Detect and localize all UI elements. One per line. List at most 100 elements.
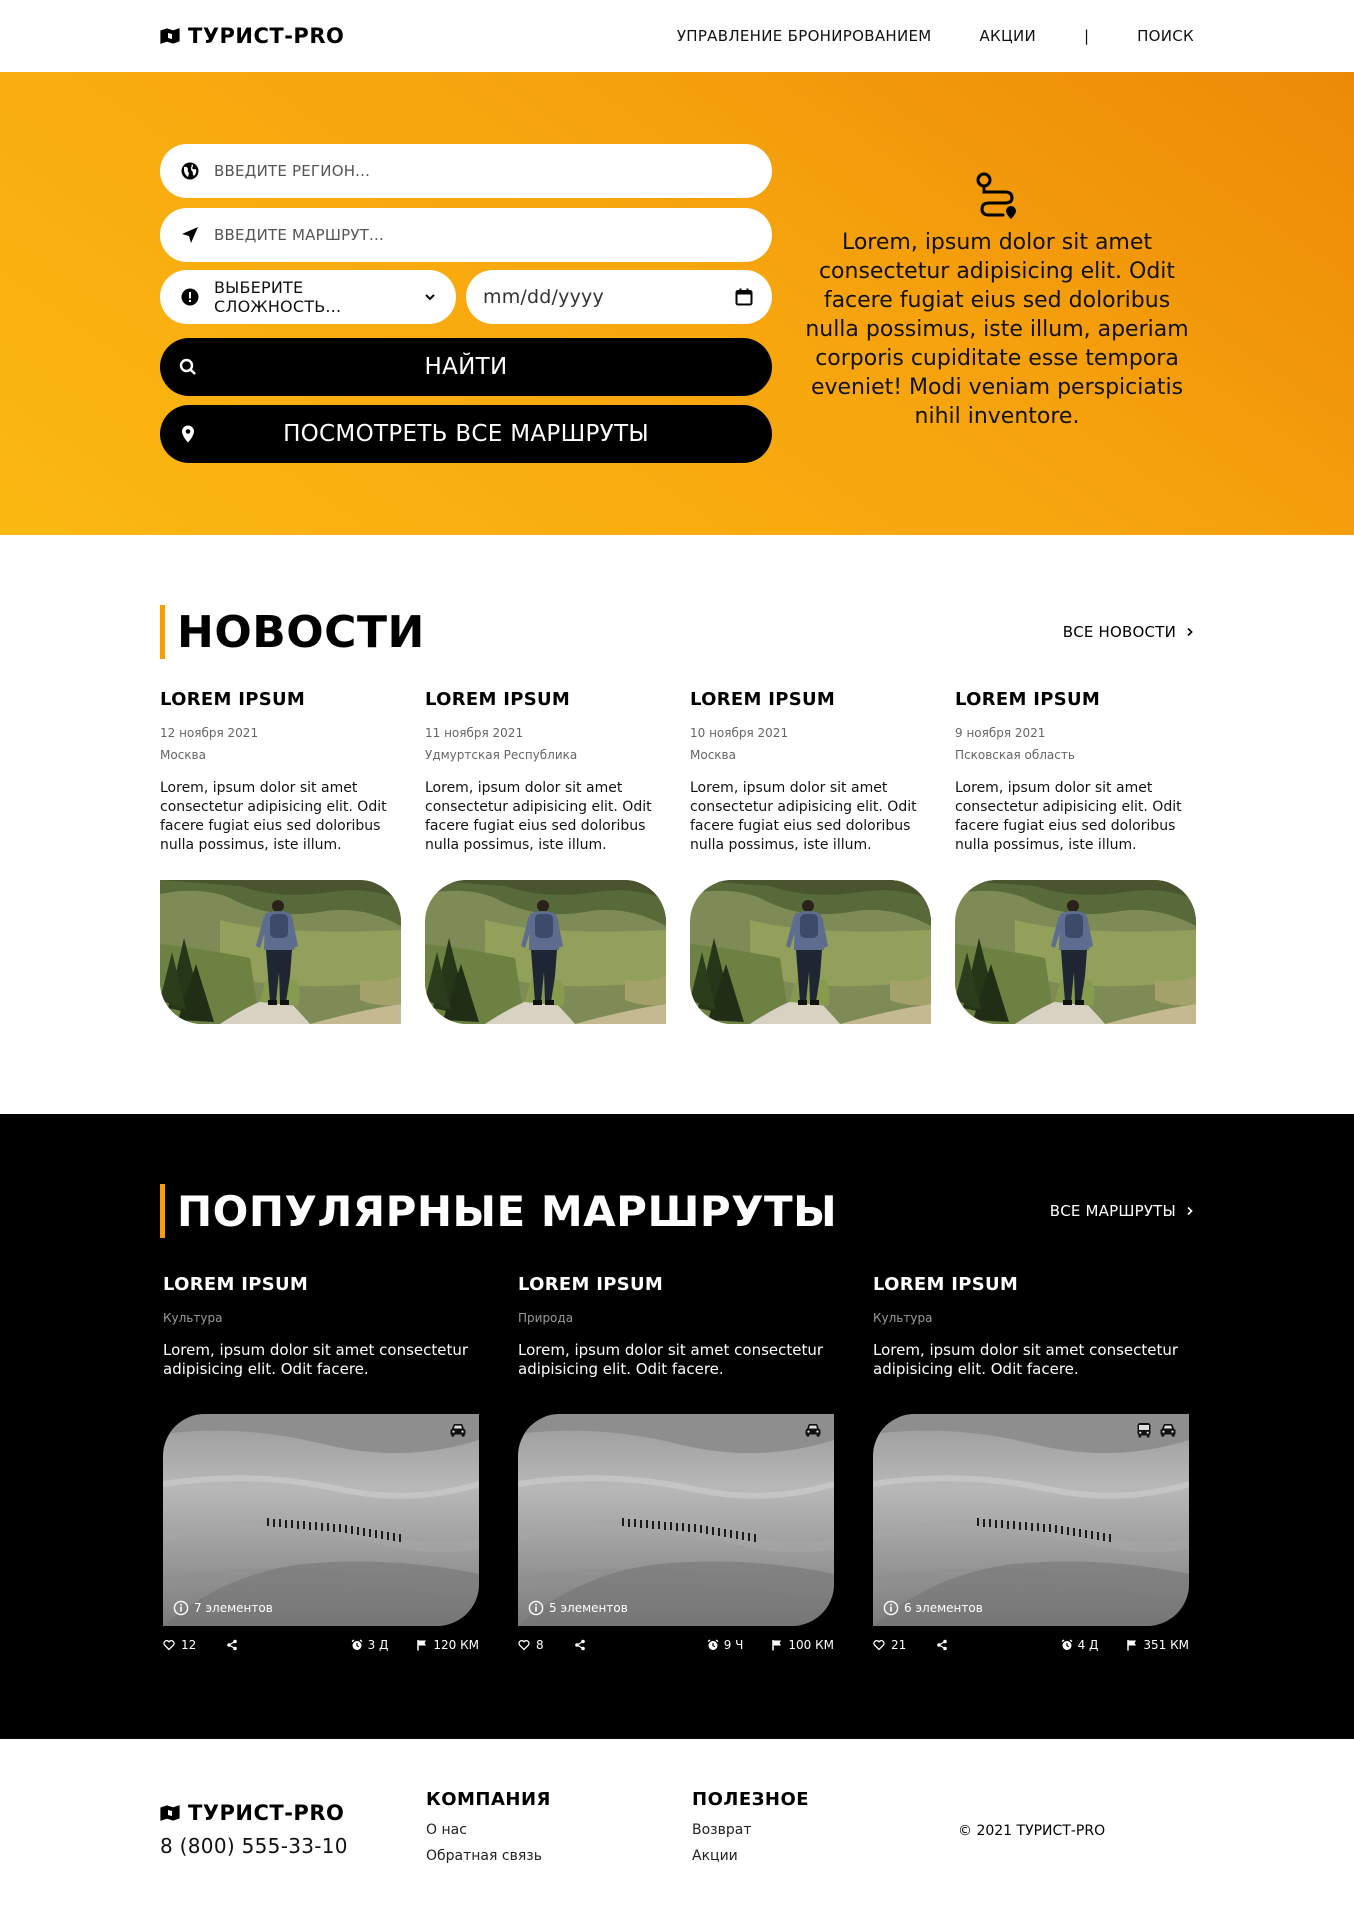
share-icon[interactable] xyxy=(936,1639,948,1651)
date-placeholder: mm/dd/yyyy xyxy=(483,286,604,308)
news-card-text: Lorem, ipsum dolor sit amet consectetur … xyxy=(690,780,917,853)
nav-search-link[interactable]: ПОИСК xyxy=(1137,27,1194,45)
difficulty-select[interactable]: ВЫБЕРИТЕ СЛОЖНОСТЬ... xyxy=(160,270,456,324)
news-card-text: Lorem, ipsum dolor sit amet consectetur … xyxy=(955,780,1182,853)
all-news-label: ВСЕ НОВОСТИ xyxy=(1062,623,1176,641)
news-card-title: LOREM IPSUM xyxy=(690,689,836,710)
route-card-title: LOREM IPSUM xyxy=(873,1274,1019,1295)
title-accent-bar xyxy=(160,1184,165,1238)
news-card[interactable]: LOREM IPSUM 10 ноября 2021 Москва Lorem,… xyxy=(690,689,931,1024)
calendar-icon xyxy=(735,288,753,306)
car-icon xyxy=(449,1422,467,1438)
news-card-title: LOREM IPSUM xyxy=(425,689,571,710)
flag-icon xyxy=(771,1639,783,1651)
footer-company-title: КОМПАНИЯ xyxy=(426,1789,551,1810)
route-card[interactable]: LOREM IPSUM Культура Lorem, ipsum dolor … xyxy=(163,1274,479,1652)
news-card-image[interactable] xyxy=(425,880,666,1024)
find-button[interactable]: НАЙТИ xyxy=(160,338,772,396)
route-card-image[interactable]: 5 элементов xyxy=(518,1414,834,1626)
route-card-image[interactable]: 7 элементов xyxy=(163,1414,479,1626)
news-card-title: LOREM IPSUM xyxy=(160,689,306,710)
route-duration: 9 Ч xyxy=(723,1638,744,1652)
chevron-down-icon xyxy=(425,294,435,301)
heart-icon[interactable] xyxy=(873,1639,885,1651)
news-section: НОВОСТИ ВСЕ НОВОСТИ LOREM IPSUM 12 ноябр… xyxy=(0,535,1354,1114)
car-icon xyxy=(804,1422,822,1438)
share-icon[interactable] xyxy=(226,1639,238,1651)
route-card-title: LOREM IPSUM xyxy=(518,1274,664,1295)
routes-title-text: ПОПУЛЯРНЫЕ МАРШРУТЫ xyxy=(177,1186,838,1236)
news-card[interactable]: LOREM IPSUM 12 ноября 2021 Москва Lorem,… xyxy=(160,689,401,1024)
footer-phone[interactable]: 8 (800) 555-33-10 xyxy=(160,1834,426,1858)
news-card-image[interactable] xyxy=(690,880,931,1024)
hero-description: Lorem, ipsum dolor sit amet consectetur … xyxy=(800,170,1194,431)
share-icon[interactable] xyxy=(574,1639,586,1651)
heart-icon[interactable] xyxy=(163,1639,175,1651)
heart-icon[interactable] xyxy=(518,1639,530,1651)
region-placeholder: ВВЕДИТЕ РЕГИОН... xyxy=(214,162,371,180)
footer-link-refund[interactable]: Возврат xyxy=(692,1822,958,1838)
info-icon xyxy=(173,1600,189,1616)
find-button-label: НАЙТИ xyxy=(424,354,508,380)
route-card[interactable]: LOREM IPSUM Культура Lorem, ipsum dolor … xyxy=(873,1274,1189,1652)
header: ТУРИСТ-PRO УПРАВЛЕНИЕ БРОНИРОВАНИЕМ АКЦИ… xyxy=(0,0,1354,72)
footer-useful-column: ПОЛЕЗНОЕ Возврат Акции xyxy=(692,1789,958,1864)
all-routes-button[interactable]: ПОСМОТРЕТЬ ВСЕ МАРШРУТЫ xyxy=(160,405,772,463)
footer: ТУРИСТ-PRO 8 (800) 555-33-10 КОМПАНИЯ О … xyxy=(0,1739,1354,1923)
route-input[interactable]: ВВЕДИТЕ МАРШРУТ... xyxy=(160,208,772,262)
news-card[interactable]: LOREM IPSUM 11 ноября 2021 Удмуртская Ре… xyxy=(425,689,666,1024)
hero-description-text: Lorem, ipsum dolor sit amet consectetur … xyxy=(805,230,1189,429)
alarm-clock-icon xyxy=(707,1639,719,1651)
footer-brand-logo[interactable]: ТУРИСТ-PRO xyxy=(160,1801,426,1825)
route-likes: 12 xyxy=(181,1638,197,1652)
footer-link-feedback[interactable]: Обратная связь xyxy=(426,1848,692,1864)
region-input[interactable]: ВВЕДИТЕ РЕГИОН... xyxy=(160,144,772,198)
footer-link-promos[interactable]: Акции xyxy=(692,1848,958,1864)
search-icon xyxy=(179,358,196,375)
route-placeholder: ВВЕДИТЕ МАРШРУТ... xyxy=(214,226,384,244)
brand-logo[interactable]: ТУРИСТ-PRO xyxy=(160,24,344,48)
route-elements-label: 7 элементов xyxy=(194,1601,273,1615)
hero-search: ВВЕДИТЕ РЕГИОН... ВВЕДИТЕ МАРШРУТ... ВЫБ… xyxy=(0,72,1354,535)
footer-link-about[interactable]: О нас xyxy=(426,1822,692,1838)
nav-separator: | xyxy=(1084,27,1090,45)
news-title-text: НОВОСТИ xyxy=(177,606,425,658)
route-card[interactable]: LOREM IPSUM Природа Lorem, ipsum dolor s… xyxy=(518,1274,834,1652)
nav-booking-link[interactable]: УПРАВЛЕНИЕ БРОНИРОВАНИЕМ xyxy=(677,27,932,45)
main-nav: УПРАВЛЕНИЕ БРОНИРОВАНИЕМ АКЦИИ | ПОИСК xyxy=(677,27,1194,45)
news-title: НОВОСТИ xyxy=(160,605,425,659)
route-distance: 120 КМ xyxy=(433,1638,479,1652)
route-elements-count: 5 элементов xyxy=(528,1600,628,1616)
difficulty-label: ВЫБЕРИТЕ СЛОЖНОСТЬ... xyxy=(214,278,342,316)
route-icon xyxy=(976,172,1016,219)
route-elements-label: 5 элементов xyxy=(549,1601,628,1615)
nav-promos-link[interactable]: АКЦИИ xyxy=(980,27,1037,45)
news-card-text: Lorem, ipsum dolor sit amet consectetur … xyxy=(425,780,652,853)
info-icon xyxy=(883,1600,899,1616)
route-card-category: Культура xyxy=(873,1311,933,1325)
exclamation-circle-icon xyxy=(181,288,199,306)
date-input[interactable]: mm/dd/yyyy xyxy=(466,270,772,324)
news-card-image[interactable] xyxy=(160,880,401,1024)
route-elements-count: 7 элементов xyxy=(173,1600,273,1616)
navigation-arrow-icon xyxy=(182,227,198,243)
route-card-image[interactable]: 6 элементов xyxy=(873,1414,1189,1626)
all-routes-link[interactable]: ВСЕ МАРШРУТЫ xyxy=(1050,1202,1194,1220)
news-card-location: Псковская область xyxy=(955,748,1075,762)
route-duration: 4 Д xyxy=(1077,1638,1099,1652)
all-routes-label: ВСЕ МАРШРУТЫ xyxy=(1049,1202,1176,1220)
flag-icon xyxy=(1126,1639,1138,1651)
route-duration: 3 Д xyxy=(367,1638,389,1652)
alarm-clock-icon xyxy=(1061,1639,1073,1651)
footer-brand-name: ТУРИСТ-PRO xyxy=(188,1801,345,1825)
alarm-clock-icon xyxy=(351,1639,363,1651)
all-routes-button-label: ПОСМОТРЕТЬ ВСЕ МАРШРУТЫ xyxy=(283,421,649,447)
car-icon xyxy=(1159,1422,1177,1438)
news-card[interactable]: LOREM IPSUM 9 ноября 2021 Псковская обла… xyxy=(955,689,1196,1024)
footer-useful-title: ПОЛЕЗНОЕ xyxy=(692,1789,810,1810)
globe-icon xyxy=(181,162,199,180)
all-news-link[interactable]: ВСЕ НОВОСТИ xyxy=(1063,623,1194,641)
news-card-image[interactable] xyxy=(955,880,1196,1024)
map-logo-icon xyxy=(160,28,180,44)
news-card-location: Москва xyxy=(690,748,736,762)
